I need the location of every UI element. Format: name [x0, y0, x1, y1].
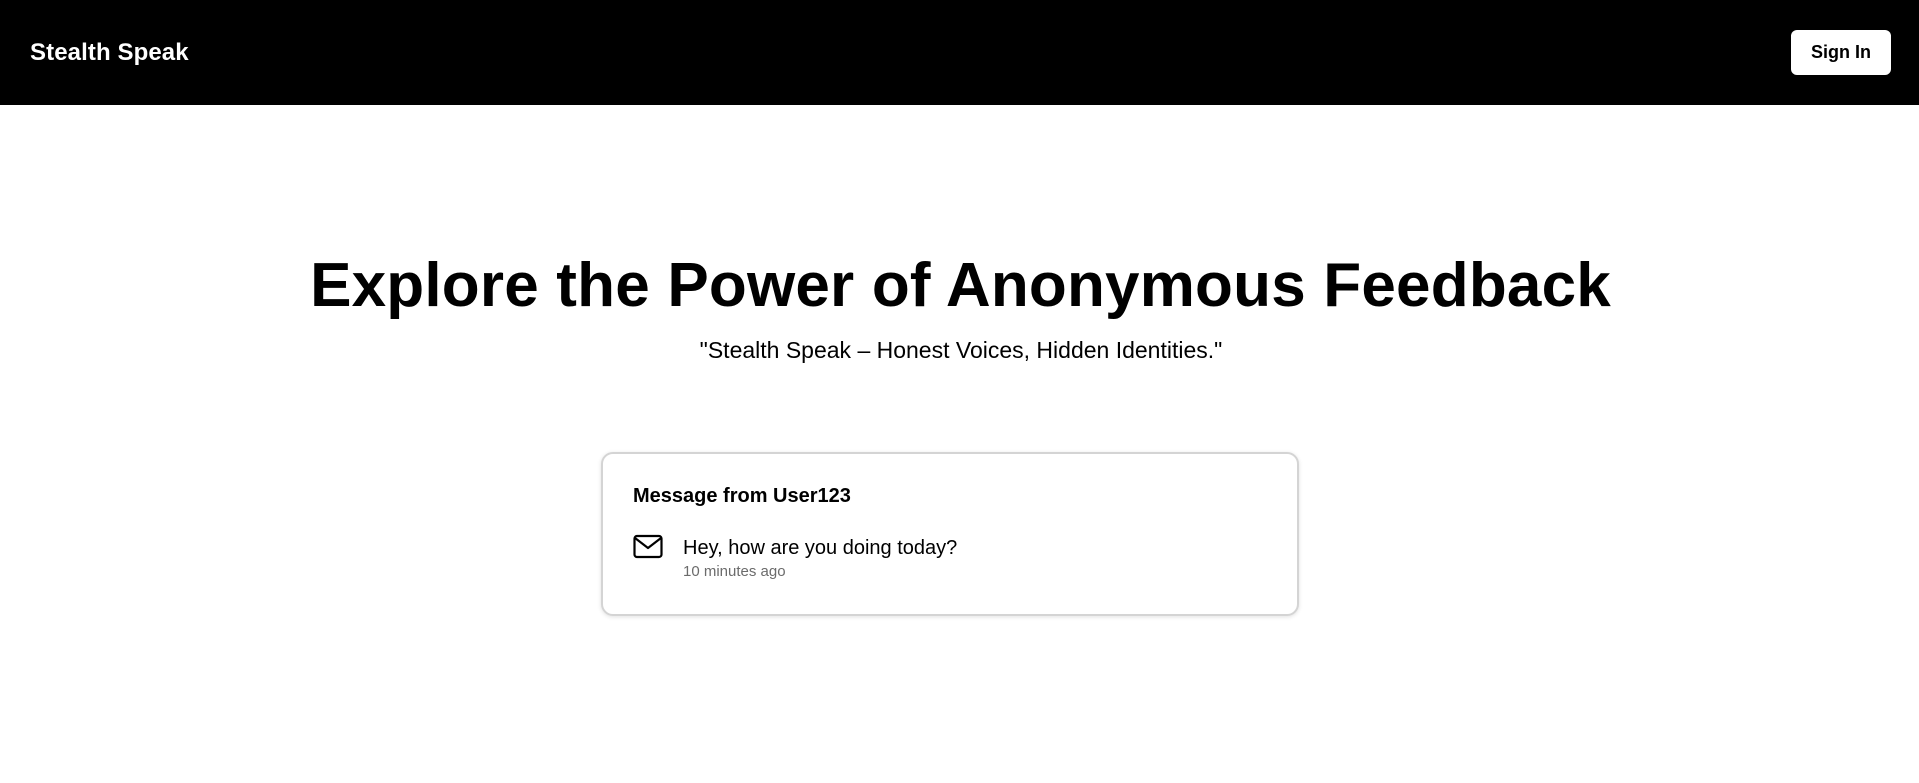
message-card: Message from User123 Hey, how are you do… [601, 452, 1299, 616]
sign-in-button[interactable]: Sign In [1791, 30, 1891, 75]
message-text: Hey, how are you doing today? [683, 537, 958, 559]
message-card-title: Message from User123 [633, 485, 851, 507]
brand-logo-text[interactable]: Stealth Speak [30, 39, 189, 67]
hero-title: Explore the Power of Anonymous Feedback [310, 251, 1611, 320]
top-navbar: Stealth Speak Sign In [0, 0, 1919, 105]
hero-subtitle: "Stealth Speak – Honest Voices, Hidden I… [699, 337, 1223, 363]
message-content: Hey, how are you doing today? 10 minutes… [683, 536, 957, 581]
mail-icon [633, 534, 663, 559]
message-row: Hey, how are you doing today? 10 minutes… [633, 534, 1267, 581]
hero-section: Explore the Power of Anonymous Feedback … [0, 248, 1919, 364]
message-timestamp: 10 minutes ago [683, 563, 786, 580]
